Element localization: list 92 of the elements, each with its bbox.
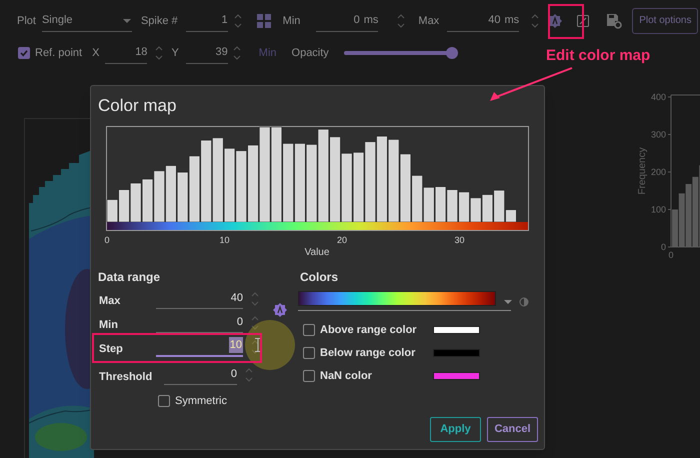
histogram-bar xyxy=(423,187,434,222)
stepper-arrows[interactable] xyxy=(245,366,253,384)
auto-scale-icon[interactable] xyxy=(273,303,287,317)
histogram-bar xyxy=(177,172,188,222)
edit-icon[interactable] xyxy=(577,15,590,27)
spike-input[interactable]: 1 xyxy=(186,10,228,32)
checkbox[interactable] xyxy=(18,47,30,59)
histogram-bar xyxy=(106,199,118,222)
field-label: Step xyxy=(99,342,124,356)
checkbox-label: Ref. point xyxy=(35,46,82,61)
checkbox-label: Below range color xyxy=(320,346,416,361)
histogram-bar xyxy=(118,189,130,222)
stepper-arrows[interactable] xyxy=(251,338,259,356)
stepper-arrows[interactable] xyxy=(251,314,259,332)
color-swatch[interactable] xyxy=(433,349,480,358)
histogram-bar xyxy=(142,178,154,222)
stepper-arrows[interactable] xyxy=(397,12,406,30)
checkbox-label: Symmetric xyxy=(175,394,227,409)
field-label: X xyxy=(92,46,100,61)
field-label: Spike # xyxy=(140,14,178,29)
histogram-bar xyxy=(446,189,458,222)
caret-icon xyxy=(122,18,131,24)
axis-tick-label: 0 xyxy=(660,242,666,252)
field-label: Threshold xyxy=(99,370,154,384)
highlight-box xyxy=(548,4,584,39)
section-title: Colors xyxy=(300,269,338,286)
min-input[interactable]: 0 ms xyxy=(316,10,378,32)
histogram-bar xyxy=(341,153,352,222)
click-highlight xyxy=(245,320,295,370)
number-input[interactable]: 0 xyxy=(164,365,237,385)
dialog-title: Color map xyxy=(98,95,176,117)
histogram-bar xyxy=(130,182,142,222)
plot-select[interactable]: Single xyxy=(42,10,132,32)
axis-tick-label: 30 xyxy=(454,235,464,245)
annotation-text: Edit color map xyxy=(546,46,650,66)
contrast-icon[interactable] xyxy=(519,297,529,307)
axis-tick-label: 0 xyxy=(668,250,674,258)
checkbox[interactable] xyxy=(303,324,315,336)
number-input[interactable]: 0 xyxy=(156,313,243,333)
checkbox[interactable] xyxy=(158,395,170,408)
field-label: Min xyxy=(99,318,119,332)
number-input[interactable]: 40 xyxy=(156,289,243,309)
field-label: Max xyxy=(99,294,122,308)
axis-tick-label: 20 xyxy=(337,235,347,245)
histogram-bar xyxy=(352,152,364,222)
field-label: Y xyxy=(171,46,179,61)
section-title: Data range xyxy=(98,269,160,286)
histogram-bar xyxy=(165,165,177,222)
axis-tick-label: 400 xyxy=(650,92,666,102)
opacity-slider[interactable] xyxy=(344,47,456,59)
checkbox[interactable] xyxy=(303,347,315,360)
text-cursor-icon xyxy=(255,338,261,352)
max-input[interactable]: 40 ms xyxy=(447,10,520,32)
axis-tick-label: 300 xyxy=(650,130,666,140)
field-label: Plot xyxy=(17,14,36,29)
caret-icon[interactable] xyxy=(504,299,512,305)
axis-tick-label: 0 xyxy=(104,235,110,245)
stepper-arrows[interactable] xyxy=(232,44,241,62)
y-input[interactable]: 39 xyxy=(186,42,228,64)
save-settings-icon[interactable] xyxy=(606,13,622,29)
apply-button[interactable]: Apply xyxy=(430,417,481,442)
axis-tick-label: 100 xyxy=(650,204,666,214)
cancel-button[interactable]: Cancel xyxy=(487,417,538,442)
histogram-bar xyxy=(482,194,494,222)
field-label: Opacity xyxy=(292,46,329,61)
stepper-arrows[interactable] xyxy=(155,44,164,62)
checkbox-label: NaN color xyxy=(320,369,373,384)
auto-scale-icon[interactable] xyxy=(548,14,562,28)
color-swatch[interactable] xyxy=(433,372,480,380)
axis-title: Frequency xyxy=(637,147,648,195)
checkbox[interactable] xyxy=(303,370,315,382)
stepper-arrows[interactable] xyxy=(251,290,259,308)
axis-title: Value xyxy=(304,247,330,258)
histogram-bar xyxy=(154,170,165,222)
histogram-bar xyxy=(458,192,470,222)
x-input[interactable]: 18 xyxy=(105,42,148,64)
histogram-bar xyxy=(470,198,482,222)
field-label: Max xyxy=(418,14,440,29)
grid-icon[interactable] xyxy=(256,14,271,28)
histogram-bar xyxy=(236,150,247,222)
plot-options-button[interactable]: Plot options xyxy=(632,8,698,34)
axis-tick-label: 200 xyxy=(650,167,666,177)
stepper-arrows[interactable] xyxy=(531,12,540,30)
histogram-bar xyxy=(188,156,200,222)
field-label: Min xyxy=(282,14,300,29)
colormap-select[interactable] xyxy=(298,291,511,311)
color-swatch[interactable] xyxy=(433,326,480,334)
checkbox-label: Above range color xyxy=(320,323,418,338)
axis-tick-label: 10 xyxy=(220,235,230,245)
number-input[interactable]: 10 xyxy=(156,337,243,357)
stepper-arrows[interactable] xyxy=(234,12,242,30)
histogram-bar xyxy=(434,186,446,222)
